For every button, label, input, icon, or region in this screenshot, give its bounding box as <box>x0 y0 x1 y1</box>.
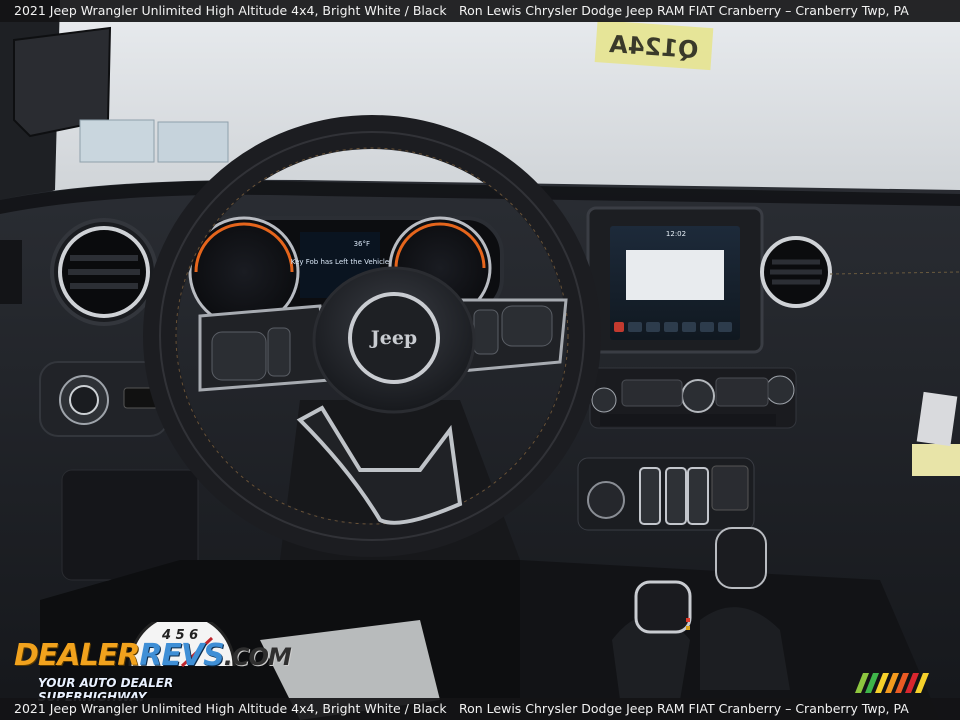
caption-dealer-name: Ron Lewis Chrysler Dodge Jeep RAM FIAT C… <box>459 3 909 18</box>
side-vent-grille <box>0 240 22 304</box>
svg-text:Key Fob has Left the Vehicle: Key Fob has Left the Vehicle <box>291 258 389 266</box>
windshield-tag: Q124A <box>594 20 714 71</box>
caption-bar-top: 2021 Jeep Wrangler Unlimited High Altitu… <box>0 0 960 22</box>
caption-vehicle-title-bottom: 2021 Jeep Wrangler Unlimited High Altitu… <box>14 701 447 716</box>
jeep-emblem-text: Jeep <box>369 327 417 349</box>
caption-dealer-name-bottom: Ron Lewis Chrysler Dodge Jeep RAM FIAT C… <box>459 701 909 716</box>
watermark-brand-revs: REVS <box>139 638 224 673</box>
photo-frame: 2021 Jeep Wrangler Unlimited High Altitu… <box>0 0 960 720</box>
color-stripes-logo <box>855 673 929 693</box>
dealerrevs-watermark: 4 5 6 DEALERREVS.COM YOUR AUTO DEALER SU… <box>12 622 292 704</box>
watermark-brand: DEALERREVS.COM <box>14 638 292 673</box>
window-sticker-1 <box>79 119 155 163</box>
interior-dashboard-photo: Q124A Key Fob has Left the Vehicle 36°F <box>0 0 960 720</box>
watermark-brand-dealer: DEALER <box>14 638 140 673</box>
caption-bar-bottom: 2021 Jeep Wrangler Unlimited High Altitu… <box>0 698 960 720</box>
watermark-brand-com: .COM <box>223 643 292 671</box>
caption-vehicle-title: 2021 Jeep Wrangler Unlimited High Altitu… <box>14 3 447 18</box>
svg-text:12:02: 12:02 <box>666 230 686 238</box>
svg-text:36°F: 36°F <box>354 240 370 248</box>
gear-shift-knob <box>634 580 692 634</box>
transfer-case-lever <box>715 527 767 589</box>
touchscreen-map <box>626 250 724 300</box>
window-sticker-2 <box>157 121 229 163</box>
sticker-right <box>912 444 960 476</box>
